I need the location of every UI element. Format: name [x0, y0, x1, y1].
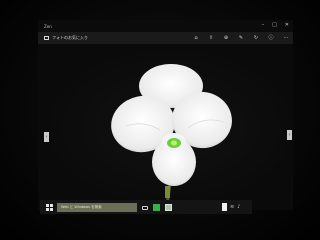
rotate-icon[interactable]: ↻: [253, 35, 259, 41]
window-controls: – □ ✕: [262, 22, 289, 28]
share-icon[interactable]: ⇪: [208, 35, 214, 41]
close-button[interactable]: ✕: [285, 22, 289, 28]
notification-icon[interactable]: [222, 203, 227, 211]
windows-logo-icon: [49, 207, 53, 211]
album-icon: [44, 36, 49, 40]
album-title: フォトのお気に入り: [52, 35, 88, 40]
command-actions: ⌂ ⇪ ⊕ ✎ ↻ ⓘ ⋯: [193, 35, 289, 41]
home-icon[interactable]: ⌂: [193, 35, 199, 41]
previous-photo-button[interactable]: ‹: [44, 132, 49, 142]
info-icon[interactable]: ⓘ: [268, 35, 274, 41]
maximize-button[interactable]: □: [272, 22, 277, 28]
photos-app-icon[interactable]: [165, 203, 172, 211]
app-name: Zen: [44, 23, 52, 29]
zoom-icon[interactable]: ⊕: [223, 35, 229, 41]
system-tray: ≋ ♪: [222, 200, 240, 214]
start-button[interactable]: [44, 202, 54, 212]
photos-window: Zen – □ ✕ フォトのお気に入り ⌂ ⇪ ⊕ ✎ ↻ ⓘ ⋯ ‹ ›: [38, 20, 293, 211]
screen-background: Zen – □ ✕ フォトのお気に入り ⌂ ⇪ ⊕ ✎ ↻ ⓘ ⋯ ‹ › We…: [0, 0, 320, 240]
volume-icon[interactable]: ♪: [237, 204, 240, 210]
search-box[interactable]: Web と Windows を検索: [57, 202, 137, 212]
store-app-icon[interactable]: [153, 203, 160, 211]
orchid-photo: [111, 64, 232, 211]
next-photo-button[interactable]: ›: [287, 130, 292, 140]
task-view-icon[interactable]: [142, 205, 148, 210]
more-icon[interactable]: ⋯: [283, 35, 289, 41]
windows-logo-icon: [45, 207, 49, 211]
photo-viewer[interactable]: ‹ ›: [38, 44, 293, 211]
wifi-icon[interactable]: ≋: [230, 204, 234, 210]
windows-logo-icon: [45, 203, 49, 207]
edit-icon[interactable]: ✎: [238, 35, 244, 41]
windows-logo-icon: [49, 203, 53, 207]
command-bar: フォトのお気に入り ⌂ ⇪ ⊕ ✎ ↻ ⓘ ⋯: [38, 32, 293, 44]
taskbar: Web と Windows を検索: [40, 200, 252, 214]
minimize-button[interactable]: –: [262, 22, 265, 28]
title-bar: Zen – □ ✕: [38, 20, 293, 32]
